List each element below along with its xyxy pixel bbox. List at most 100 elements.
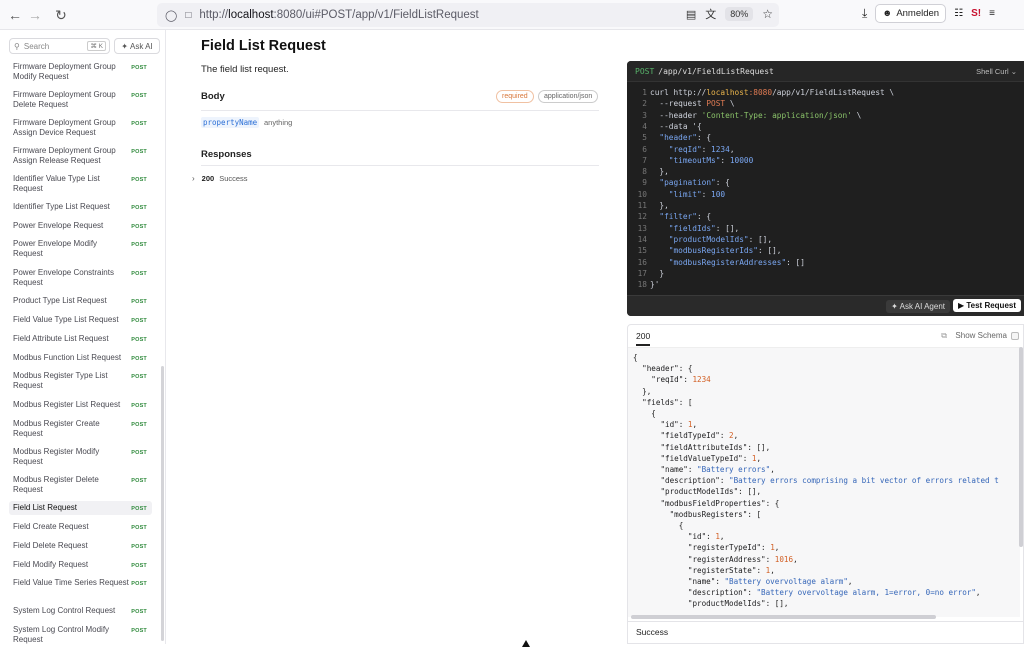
url-host: localhost [228,9,274,21]
code-line: 8 }, [627,166,1024,177]
show-schema-label: Show Schema [955,331,1007,340]
sidebar-item[interactable]: Modbus Register Delete Request POST [9,473,152,495]
extensions-icon[interactable]: ☷ [954,8,963,19]
code-text: }, [650,167,669,177]
browser-toolbar: ← → ↻ ◯ □ http://localhost:8080/ui#POST/… [0,0,1024,30]
download-icon[interactable]: ⤓ [862,6,867,21]
sidebar-item-label: Identifier Value Type List Request [13,174,100,193]
property-type: anything [264,118,293,127]
sidebar-item[interactable]: Field Create Request POST [9,520,152,534]
signin-button[interactable]: ☻ Anmelden [875,4,947,23]
sidebar-item[interactable]: Modbus Function List Request POST [9,351,152,365]
json-line: { [633,521,684,530]
sidebar-item-label: Field Create Request [13,522,89,531]
code-text: "modbusRegisterAddresses": [] [668,257,805,267]
sidebar-item[interactable]: Field List Request POST [9,501,152,515]
response-horizontal-scrollbar[interactable] [631,615,936,619]
code-text: "reqId": 1234, [668,144,735,154]
extension-s-icon[interactable]: S! [971,8,981,19]
sidebar-item[interactable]: Field Modify Request POST [9,558,152,572]
language-label: Shell Curl [976,67,1009,76]
line-number: 5 [642,133,647,143]
sidebar-item[interactable]: Modbus Register Modify Request POST [9,445,152,467]
code-panel-footer: ✦ Ask AI Agent ▶ Test Request [627,295,1024,316]
sidebar-item[interactable]: Firmware Deployment Group Assign Release… [9,144,152,166]
method-badge: POST [131,65,147,71]
page-icon: □ [185,9,192,21]
code-line: 11 }, [627,200,1024,211]
code-text: --request POST \ [659,99,735,109]
code-text: }' [650,280,660,290]
language-select[interactable]: Shell Curl ⌄ [976,67,1017,76]
code-text: } [650,268,665,278]
sidebar-item-label: Modbus Register Type List Request [13,371,108,390]
sidebar-item[interactable]: Identifier Type List Request POST [9,200,152,214]
code-text: curl http://localhost:8080/app/v1/FieldL… [650,88,895,97]
json-line: "reqId": 1234 [651,375,711,385]
zoom-level[interactable]: 80% [725,7,754,21]
sidebar-item[interactable]: Power Envelope Request POST [9,219,152,233]
response-vertical-scrollbar[interactable] [1019,347,1023,547]
bookmark-star-icon[interactable]: ☆ [762,7,773,21]
show-schema-toggle[interactable]: Show Schema [955,331,1019,340]
method-badge: POST [131,478,147,484]
sidebar-item-label: Modbus Register Create Request [13,419,100,438]
json-line: "productModelIds": [], [660,487,762,497]
sidebar-scrollbar[interactable] [161,366,164,641]
sidebar-item-label: Modbus Function List Request [13,353,122,362]
sidebar-item[interactable]: Firmware Deployment Group Modify Request… [9,60,152,82]
translate-icon[interactable]: 文 [705,6,716,22]
reader-view-icon[interactable]: ▤ [686,8,696,21]
code-text: --header 'Content-Type: application/json… [659,110,862,120]
sidebar-item[interactable]: Field Attribute List Request POST [9,332,152,346]
menu-icon[interactable]: ≡ [989,8,995,19]
sidebar-item[interactable]: System Log Control Modify Request POST [9,623,152,644]
json-line: "fieldAttributeIds": [], [660,442,771,452]
test-request-label: Test Request [966,301,1016,310]
show-schema-checkbox[interactable] [1011,331,1019,340]
response-label: Success [219,174,248,183]
ask-ai-agent-button[interactable]: ✦ Ask AI Agent [886,300,950,313]
reload-icon[interactable]: ↻ [48,2,74,28]
sidebar-item[interactable]: System Log Control Request POST [9,604,152,618]
method-badge: POST [131,177,147,183]
sidebar-item[interactable]: Modbus Register Type List Request POST [9,369,152,391]
response-tab-200[interactable]: 200 [636,331,651,346]
address-bar[interactable]: ◯ □ http://localhost:8080/ui#POST/app/v1… [157,3,779,27]
signin-label: Anmelden [896,8,940,19]
method-badge: POST [131,581,147,587]
divider [628,621,1023,622]
code-text: }, [650,201,669,210]
content-type-badge[interactable]: application/json [538,90,599,103]
sidebar-item[interactable]: Identifier Value Type List Request POST [9,172,152,194]
sidebar-item-label: Modbus Register Delete Request [13,475,99,494]
json-line: "productModelIds": [], [687,599,789,609]
ask-ai-button[interactable]: ✦ Ask AI [114,38,160,54]
response-footer-status: Success [636,627,669,637]
line-number: 7 [642,155,647,165]
method-badge: POST [131,93,147,99]
shield-icon[interactable]: ◯ [165,9,177,22]
sidebar-item[interactable]: Field Value Type List Request POST [9,313,152,327]
search-input[interactable]: ⚲ Search ⌘ K [9,38,110,54]
response-200-row[interactable]: › 200 Success [192,174,248,183]
line-number: 12 [637,212,647,222]
sidebar-item[interactable]: Firmware Deployment Group Assign Device … [9,116,152,138]
search-placeholder: Search [23,41,50,51]
sidebar-item[interactable]: Modbus Register Create Request POST [9,417,152,439]
sidebar-item[interactable]: Field Delete Request POST [9,539,152,553]
copy-icon[interactable]: ⧉ [941,331,947,341]
forward-icon[interactable]: → [22,2,48,28]
sidebar-item[interactable]: Power Envelope Modify Request POST [9,237,152,259]
json-line: "name": "Battery errors", [660,465,775,474]
sidebar-item[interactable]: Power Envelope Constraints Request POST [9,266,152,288]
sidebar-item[interactable]: Firmware Deployment Group Delete Request… [9,88,152,110]
sidebar-item[interactable]: Product Type List Request POST [9,294,152,308]
page-description: The field list request. [201,64,289,75]
sidebar-item-label: Field List Request [13,503,78,512]
json-line: "description": "Battery overvoltage alar… [687,588,981,598]
sidebar-item[interactable]: Modbus Register List Request POST [9,398,152,412]
json-line: "id": 1, [687,532,725,542]
sidebar-item[interactable]: Field Value Time Series Request POST [9,576,152,598]
test-request-button[interactable]: ▶ Test Request [952,299,1021,312]
